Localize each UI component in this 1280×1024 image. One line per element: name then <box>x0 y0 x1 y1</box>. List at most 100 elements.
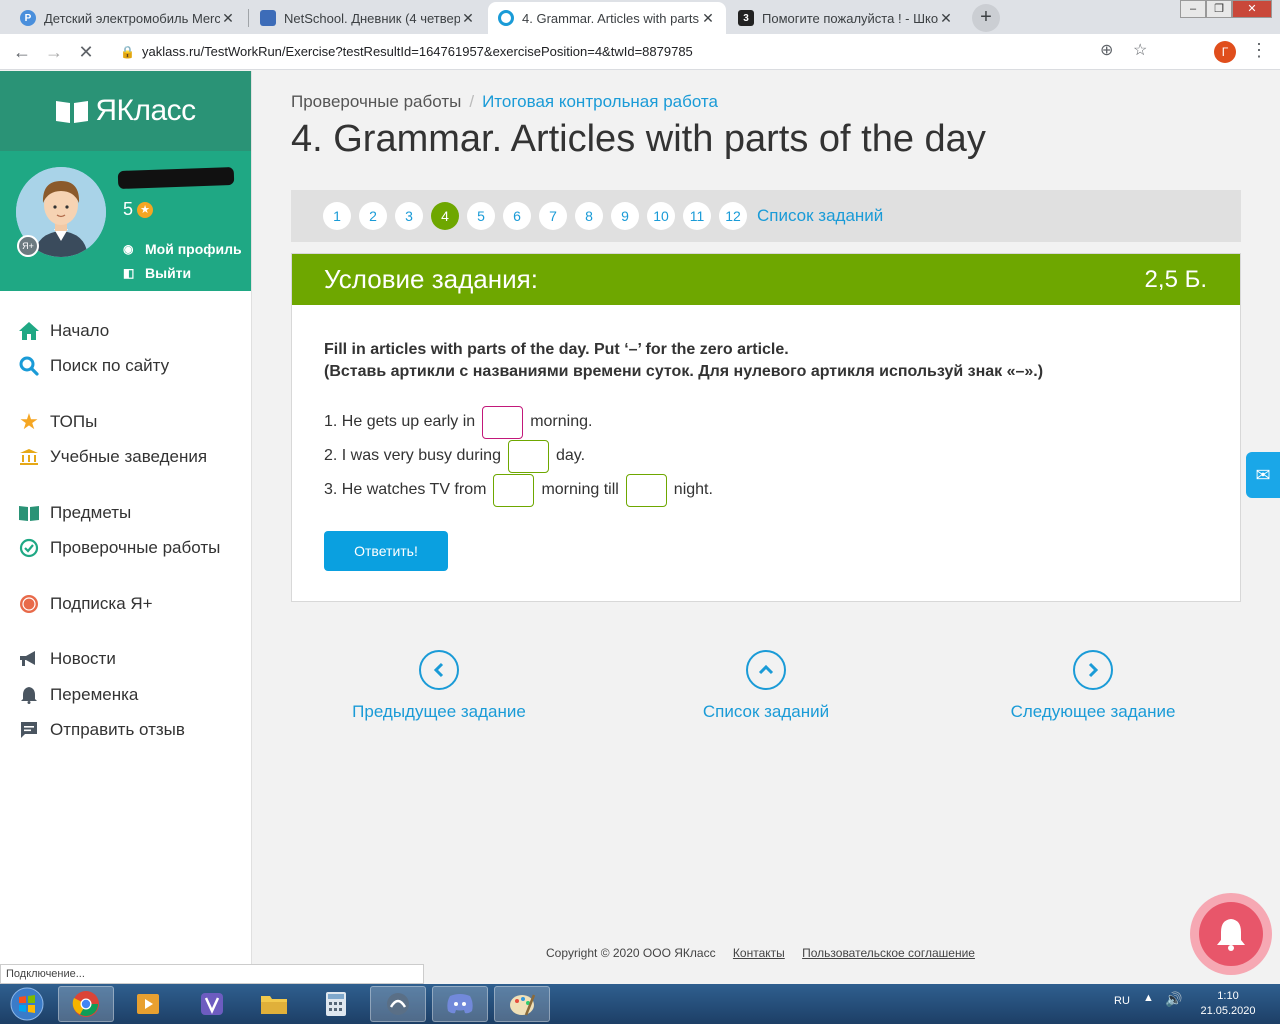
page-6-button[interactable]: 6 <box>503 202 531 230</box>
window-close-icon[interactable]: ✕ <box>1232 0 1272 18</box>
sidebar-item-institutions[interactable]: Учебные заведения <box>0 440 251 476</box>
browser-profile-avatar[interactable]: Г <box>1214 41 1236 63</box>
page-8-button[interactable]: 8 <box>575 202 603 230</box>
copyright: Copyright © 2020 ООО ЯКласс <box>546 946 716 960</box>
viber-icon <box>201 993 223 1015</box>
taskbar-explorer[interactable] <box>246 986 302 1022</box>
logo[interactable]: ЯКласс <box>0 71 251 151</box>
tab-close-icon[interactable]: ✕ <box>700 10 716 27</box>
previous-task-nav[interactable]: Предыдущее задание <box>309 650 569 722</box>
taskbar-chrome[interactable] <box>58 986 114 1022</box>
exercise-1: 1. He gets up early in morning. <box>324 405 1208 439</box>
tab-close-icon[interactable]: ✕ <box>938 10 954 27</box>
page-4-button-current[interactable]: 4 <box>431 202 459 230</box>
bookmark-star-icon[interactable]: ☆ <box>1133 40 1147 60</box>
sidebar-menu: Начало Поиск по сайту ★ ТОПы Учебные зав… <box>0 291 251 748</box>
browser-tab-4[interactable]: 3 Помогите пожалуйста ! - Школа ✕ <box>728 2 964 34</box>
notifications-button[interactable] <box>1190 893 1272 975</box>
sidebar-item-subjects[interactable]: Предметы <box>0 495 251 531</box>
sidebar: ЯКласс Я+ 5 ★ ◉ Мой профиль ◧ Выйти Нача… <box>0 71 252 984</box>
book-icon <box>18 502 40 524</box>
star-icon: ★ <box>137 201 154 218</box>
sidebar-item-subscription[interactable]: Подписка Я+ <box>0 586 251 622</box>
taskbar-calculator[interactable] <box>308 986 364 1022</box>
breadcrumb-final-test[interactable]: Итоговая контрольная работа <box>482 92 718 111</box>
page-5-button[interactable]: 5 <box>467 202 495 230</box>
breadcrumb-tests[interactable]: Проверочные работы <box>291 92 461 111</box>
stop-loading-icon[interactable]: ✕ <box>74 40 98 64</box>
sidebar-item-home[interactable]: Начало <box>0 313 251 349</box>
subscription-icon <box>18 593 40 615</box>
language-indicator[interactable]: RU <box>1114 995 1130 1007</box>
answer-input-1[interactable] <box>482 405 524 439</box>
window-controls: – ❐ ✕ <box>1180 0 1272 18</box>
volume-icon[interactable]: 🔊 <box>1165 991 1182 1008</box>
page-7-button[interactable]: 7 <box>539 202 567 230</box>
search-icon <box>18 355 40 377</box>
mail-feedback-tab[interactable]: ✉ <box>1246 452 1280 498</box>
new-tab-button[interactable]: + <box>972 4 1000 32</box>
task-body: Fill in articles with parts of the day. … <box>292 305 1240 605</box>
contacts-link[interactable]: Контакты <box>733 946 785 960</box>
sidebar-item-tops[interactable]: ★ ТОПы <box>0 404 251 440</box>
task-list-link[interactable]: Список заданий <box>757 206 883 226</box>
exercise-list: 1. He gets up early in morning. 2. I was… <box>324 405 1208 507</box>
install-icon[interactable]: ⊕ <box>1100 40 1113 60</box>
maximize-icon[interactable]: ❐ <box>1206 0 1232 18</box>
tab-close-icon[interactable]: ✕ <box>460 10 476 27</box>
back-arrow-icon[interactable]: ← <box>10 40 34 64</box>
institution-icon <box>18 446 40 468</box>
answer-button[interactable]: Ответить! <box>324 531 448 571</box>
sidebar-item-tests[interactable]: Проверочные работы <box>0 531 251 567</box>
page-11-button[interactable]: 11 <box>683 202 711 230</box>
browser-tab-1[interactable]: P Детский электромобиль Mercedes ✕ <box>10 2 246 34</box>
browser-tab-2[interactable]: NetSchool. Дневник (4 четверть ✕ <box>250 2 486 34</box>
start-button[interactable] <box>4 985 50 1023</box>
bell-icon <box>18 684 40 706</box>
ya-plus-badge: Я+ <box>17 235 39 257</box>
exercise-pager: 1 2 3 4 5 6 7 8 9 10 11 12 Список задани… <box>291 190 1241 242</box>
star-icon: ★ <box>19 408 39 434</box>
tab-favicon-icon <box>498 10 514 26</box>
sidebar-item-news[interactable]: Новости <box>0 642 251 678</box>
page-12-button[interactable]: 12 <box>719 202 747 230</box>
taskbar-discord[interactable] <box>432 986 488 1022</box>
user-profile-panel: Я+ 5 ★ ◉ Мой профиль ◧ Выйти <box>0 151 251 291</box>
task-card: Условие задания: 2,5 Б. Fill in articles… <box>291 253 1241 602</box>
next-task-nav[interactable]: Следующее задание <box>963 650 1223 722</box>
system-clock[interactable]: 1:10 21.05.2020 <box>1200 989 1256 1019</box>
megaphone-icon <box>18 648 40 670</box>
page-2-button[interactable]: 2 <box>359 202 387 230</box>
sidebar-item-break[interactable]: Переменка <box>0 677 251 713</box>
logo-book-icon <box>56 101 89 123</box>
answer-input-2[interactable] <box>507 439 549 473</box>
chevron-right-icon <box>1073 650 1113 690</box>
sidebar-item-search[interactable]: Поиск по сайту <box>0 349 251 385</box>
answer-input-3[interactable] <box>493 473 535 507</box>
my-profile-link[interactable]: ◉ Мой профиль <box>123 241 242 257</box>
logout-link[interactable]: ◧ Выйти <box>123 265 191 281</box>
taskbar-media-player[interactable] <box>120 986 176 1022</box>
page-10-button[interactable]: 10 <box>647 202 675 230</box>
page-3-button[interactable]: 3 <box>395 202 423 230</box>
browser-tab-3-active[interactable]: 4. Grammar. Articles with parts of ✕ <box>488 2 726 34</box>
forward-arrow-icon[interactable]: → <box>42 40 66 64</box>
chrome-icon <box>72 991 99 1017</box>
tab-favicon-icon: P <box>20 10 36 26</box>
task-list-nav[interactable]: Список заданий <box>636 650 896 722</box>
browser-menu-icon[interactable]: ⋮ <box>1250 40 1268 61</box>
sidebar-item-feedback[interactable]: Отправить отзыв <box>0 713 251 749</box>
taskbar-paint[interactable] <box>494 986 550 1022</box>
taskbar-torrent[interactable] <box>370 986 426 1022</box>
tab-close-icon[interactable]: ✕ <box>220 10 236 27</box>
user-agreement-link[interactable]: Пользовательское соглашение <box>802 946 975 960</box>
page-9-button[interactable]: 9 <box>611 202 639 230</box>
minimize-icon[interactable]: – <box>1180 0 1206 18</box>
chevron-left-icon <box>419 650 459 690</box>
page-1-button[interactable]: 1 <box>323 202 351 230</box>
bell-icon <box>1217 919 1245 951</box>
tray-expand-icon[interactable]: ▲ <box>1143 992 1154 1004</box>
answer-input-4[interactable] <box>625 473 667 507</box>
taskbar-viber[interactable] <box>184 986 240 1022</box>
url-field[interactable]: 🔒 yaklass.ru/TestWorkRun/Exercise?testRe… <box>112 38 1164 66</box>
